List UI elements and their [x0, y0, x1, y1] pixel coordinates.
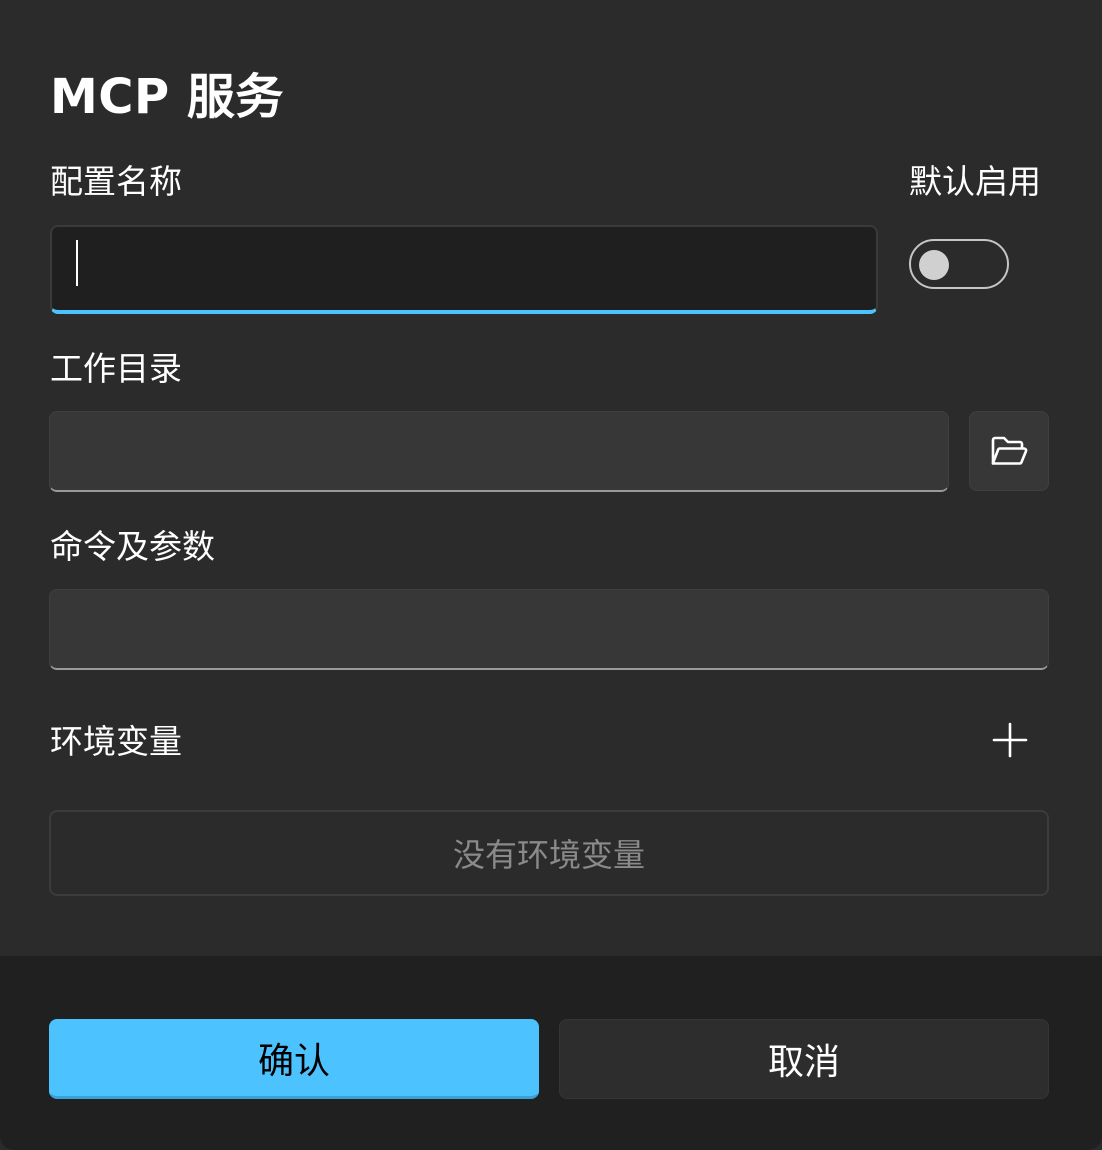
- default-enabled-toggle[interactable]: [909, 239, 1009, 289]
- text-caret: [76, 240, 78, 286]
- browse-folder-button[interactable]: [969, 411, 1049, 491]
- plus-icon: [992, 722, 1028, 758]
- cancel-button[interactable]: 取消: [559, 1019, 1049, 1099]
- command-input[interactable]: [49, 589, 1049, 670]
- command-label: 命令及参数: [50, 527, 215, 566]
- work-dir-input[interactable]: [49, 411, 949, 492]
- dialog-title: MCP 服务: [50, 69, 284, 125]
- mcp-service-dialog: MCP 服务 配置名称 默认启用 工作目录 命令及参数 环境变量 没有环境变量: [0, 0, 1102, 1150]
- work-dir-label: 工作目录: [50, 349, 182, 388]
- folder-open-icon: [989, 433, 1029, 469]
- add-env-var-button[interactable]: [980, 710, 1040, 770]
- env-vars-empty-text: 没有环境变量: [452, 836, 645, 874]
- env-vars-label: 环境变量: [50, 722, 182, 761]
- config-name-label: 配置名称: [50, 162, 182, 201]
- config-name-input[interactable]: [50, 225, 878, 314]
- toggle-knob: [919, 250, 949, 280]
- env-vars-list: 没有环境变量: [49, 810, 1049, 896]
- confirm-button[interactable]: 确认: [49, 1019, 539, 1099]
- default-enabled-label: 默认启用: [909, 162, 1041, 201]
